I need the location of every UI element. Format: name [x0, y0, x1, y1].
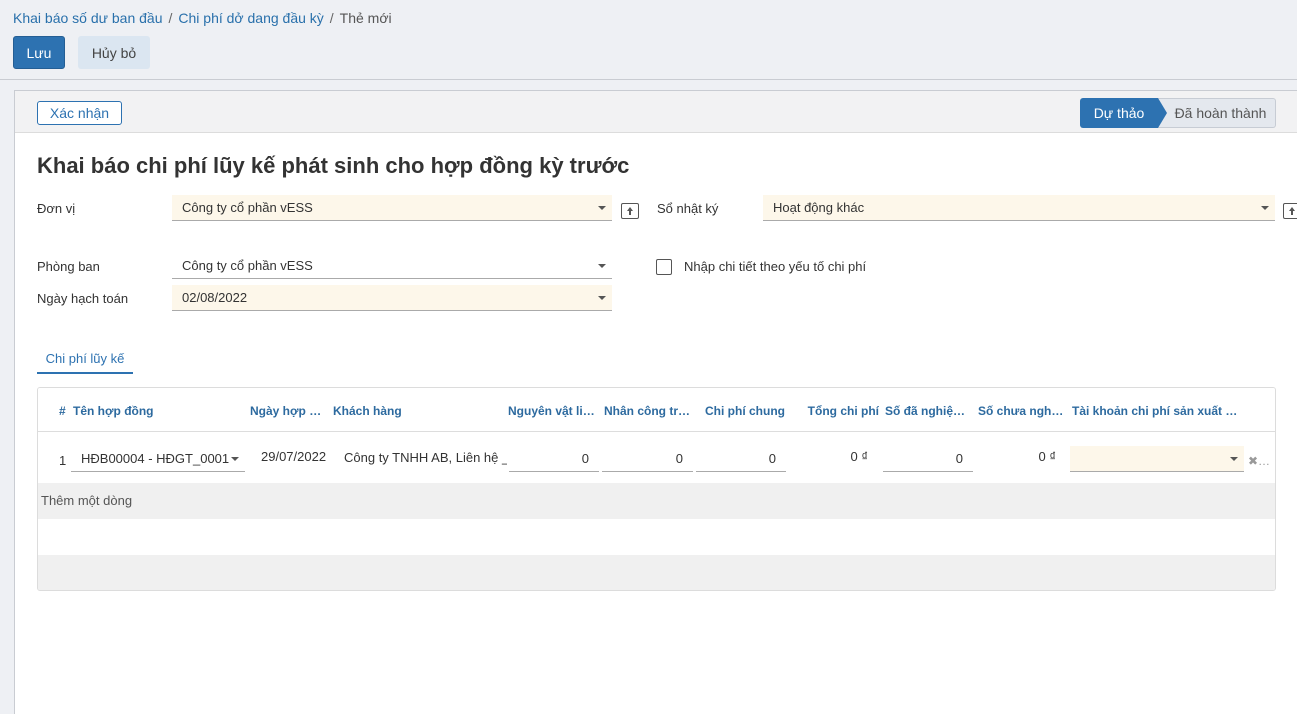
material-input[interactable]: 0 [509, 446, 599, 472]
col-material[interactable]: Nguyên vật liệ... [508, 404, 596, 418]
breadcrumb-separator: / [329, 10, 334, 26]
labor-input[interactable]: 0 [602, 446, 693, 472]
breadcrumb-current: Thẻ mới [339, 10, 392, 26]
control-panel: Khai báo số dư ban đầu / Chi phí dở dang đ… [0, 0, 1297, 80]
delete-row-icon[interactable]: ✖… [1248, 454, 1270, 468]
chevron-down-icon [598, 264, 606, 268]
account-select[interactable] [1070, 446, 1244, 472]
tab-chi-phi-luy-ke[interactable]: Chi phí lũy kế [37, 344, 133, 374]
col-total[interactable]: Tổng chi phí [790, 404, 879, 418]
status-bar: Xác nhận Dự thảo Đã hoàn thành [15, 91, 1297, 133]
chevron-down-icon [1230, 457, 1238, 461]
table-row[interactable]: 1 HĐB00004 - HĐGT_0001 29/07/2022 Công t… [38, 432, 1275, 483]
col-accepted[interactable]: Số đã nghiệm ... [885, 404, 971, 418]
breadcrumb-item-wip-cost[interactable]: Chi phí dở dang đầu kỳ [178, 10, 323, 26]
external-link-icon[interactable] [621, 203, 639, 219]
page-title: Khai báo chi phí lũy kế phát sinh cho hợ… [37, 153, 630, 178]
col-not-accepted[interactable]: Số chưa nghiệ... [978, 404, 1066, 418]
col-contract-date[interactable]: Ngày hợp đồ... [250, 404, 328, 418]
col-labor[interactable]: Nhân công trự... [604, 404, 692, 418]
accepted-input[interactable]: 0 [883, 446, 973, 472]
chi-tiet-label: Nhập chi tiết theo yếu tố chi phí [684, 259, 867, 274]
contract-select[interactable]: HĐB00004 - HĐGT_0001 [71, 446, 245, 472]
empty-row [38, 519, 1275, 555]
customer-value: Công ty TNHH AB, Liên hệ _01 [344, 450, 507, 465]
ngay-hach-toan-value: 02/08/2022 [182, 290, 248, 305]
discard-button[interactable]: Hủy bỏ [78, 36, 150, 69]
external-link-icon[interactable] [1283, 203, 1297, 219]
don-vi-value: Công ty cổ phần vESS [182, 200, 313, 215]
row-index: 1 [59, 453, 67, 468]
save-button[interactable]: Lưu [13, 36, 65, 69]
chevron-down-icon [598, 296, 606, 300]
breadcrumb: Khai báo số dư ban đầu / Chi phí dở dang đ… [13, 10, 392, 26]
breadcrumb-item-opening-balance[interactable]: Khai báo số dư ban đầu [13, 10, 163, 26]
contract-date-value: 29/07/2022 [261, 449, 327, 464]
chi-tiet-checkbox[interactable] [656, 259, 672, 275]
status-step-done[interactable]: Đã hoàn thành [1158, 98, 1276, 128]
not-accepted-value: 0 ₫ [1038, 449, 1056, 464]
empty-row [38, 555, 1275, 590]
add-line-link[interactable]: Thêm một dòng [41, 493, 132, 508]
chevron-down-icon [231, 457, 239, 461]
so-nhat-ky-value: Hoạt động khác [773, 200, 865, 215]
status-step-draft[interactable]: Dự thảo [1080, 98, 1167, 128]
cost-table: # Tên hợp đồng Ngày hợp đồ... Khách hàng… [37, 387, 1276, 591]
ngay-hach-toan-label: Ngày hạch toán [37, 291, 129, 306]
col-contract[interactable]: Tên hợp đồng [73, 404, 243, 418]
col-account[interactable]: Tài khoản chi phí sản xuất kinh... [1072, 404, 1244, 418]
ngay-hach-toan-input[interactable]: 02/08/2022 [172, 285, 612, 311]
don-vi-label: Đơn vị [37, 201, 76, 216]
phong-ban-value: Công ty cổ phần vESS [182, 258, 313, 273]
breadcrumb-separator: / [168, 10, 173, 26]
chevron-down-icon [1261, 206, 1269, 210]
general-input[interactable]: 0 [696, 446, 786, 472]
form-sheet: Xác nhận Dự thảo Đã hoàn thành Khai báo … [14, 90, 1297, 714]
add-line-row: Thêm một dòng [38, 483, 1275, 519]
total-value: 0 ₫ [850, 449, 868, 464]
confirm-button[interactable]: Xác nhận [37, 101, 122, 125]
table-header: # Tên hợp đồng Ngày hợp đồ... Khách hàng… [38, 388, 1275, 432]
don-vi-select[interactable]: Công ty cổ phần vESS [172, 195, 612, 221]
so-nhat-ky-select[interactable]: Hoạt động khác [763, 195, 1275, 221]
so-nhat-ky-label: Sổ nhật ký [657, 201, 719, 216]
col-index: # [59, 404, 66, 418]
col-general[interactable]: Chi phí chung [698, 404, 785, 418]
status-steps: Dự thảo Đã hoàn thành [1080, 98, 1276, 128]
contract-value: HĐB00004 - HĐGT_0001 [81, 451, 230, 466]
phong-ban-select[interactable]: Công ty cổ phần vESS [172, 253, 612, 279]
phong-ban-label: Phòng ban [37, 259, 100, 274]
col-customer[interactable]: Khách hàng [333, 404, 493, 418]
chevron-down-icon [598, 206, 606, 210]
